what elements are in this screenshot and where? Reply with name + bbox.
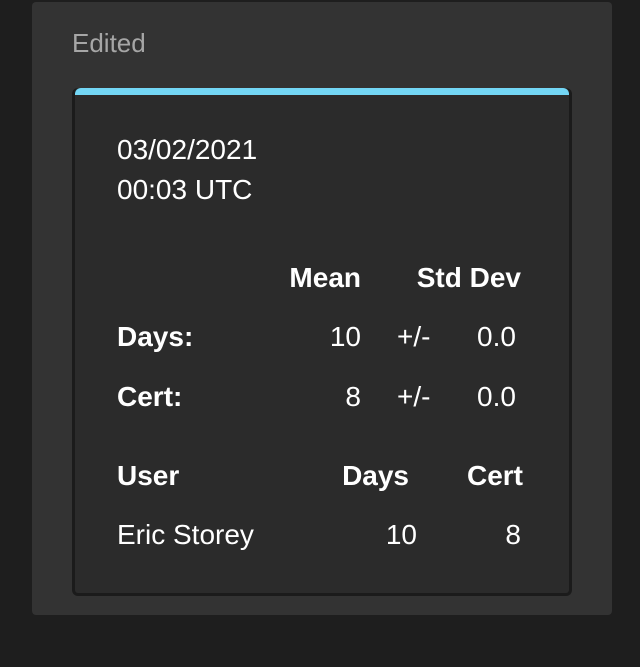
user-row-name: Eric Storey <box>117 519 254 550</box>
users-header-days: Days <box>342 460 409 491</box>
stats-row-plus-minus: +/- <box>397 381 431 412</box>
card-time: 00:03 UTC <box>117 174 253 205</box>
users-header-cert: Cert <box>466 460 523 491</box>
edited-panel: Edited 03/02/2021 00:03 UTC Mean Std Dev… <box>32 2 612 615</box>
panel-title: Edited <box>72 28 146 58</box>
stats-row-label: Cert: <box>117 381 183 412</box>
stats-row-label: Days: <box>117 321 194 352</box>
card-date: 03/02/2021 <box>117 134 258 165</box>
stats-header-mean: Mean <box>289 262 361 293</box>
stats-row-plus-minus: +/- <box>397 321 431 352</box>
user-row-cert: 8 <box>505 519 521 550</box>
stats-card: 03/02/2021 00:03 UTC Mean Std Dev Days: … <box>72 88 572 596</box>
stats-row-std: 0.0 <box>477 381 516 412</box>
stats-row-mean: 10 <box>329 321 361 352</box>
stats-header-std-dev: Std Dev <box>416 262 521 293</box>
stats-row-mean: 8 <box>345 381 361 412</box>
users-header-user: User <box>117 460 180 491</box>
stats-row-std: 0.0 <box>477 321 516 352</box>
card-accent-bar <box>75 88 569 95</box>
user-row-days: 10 <box>385 519 417 550</box>
